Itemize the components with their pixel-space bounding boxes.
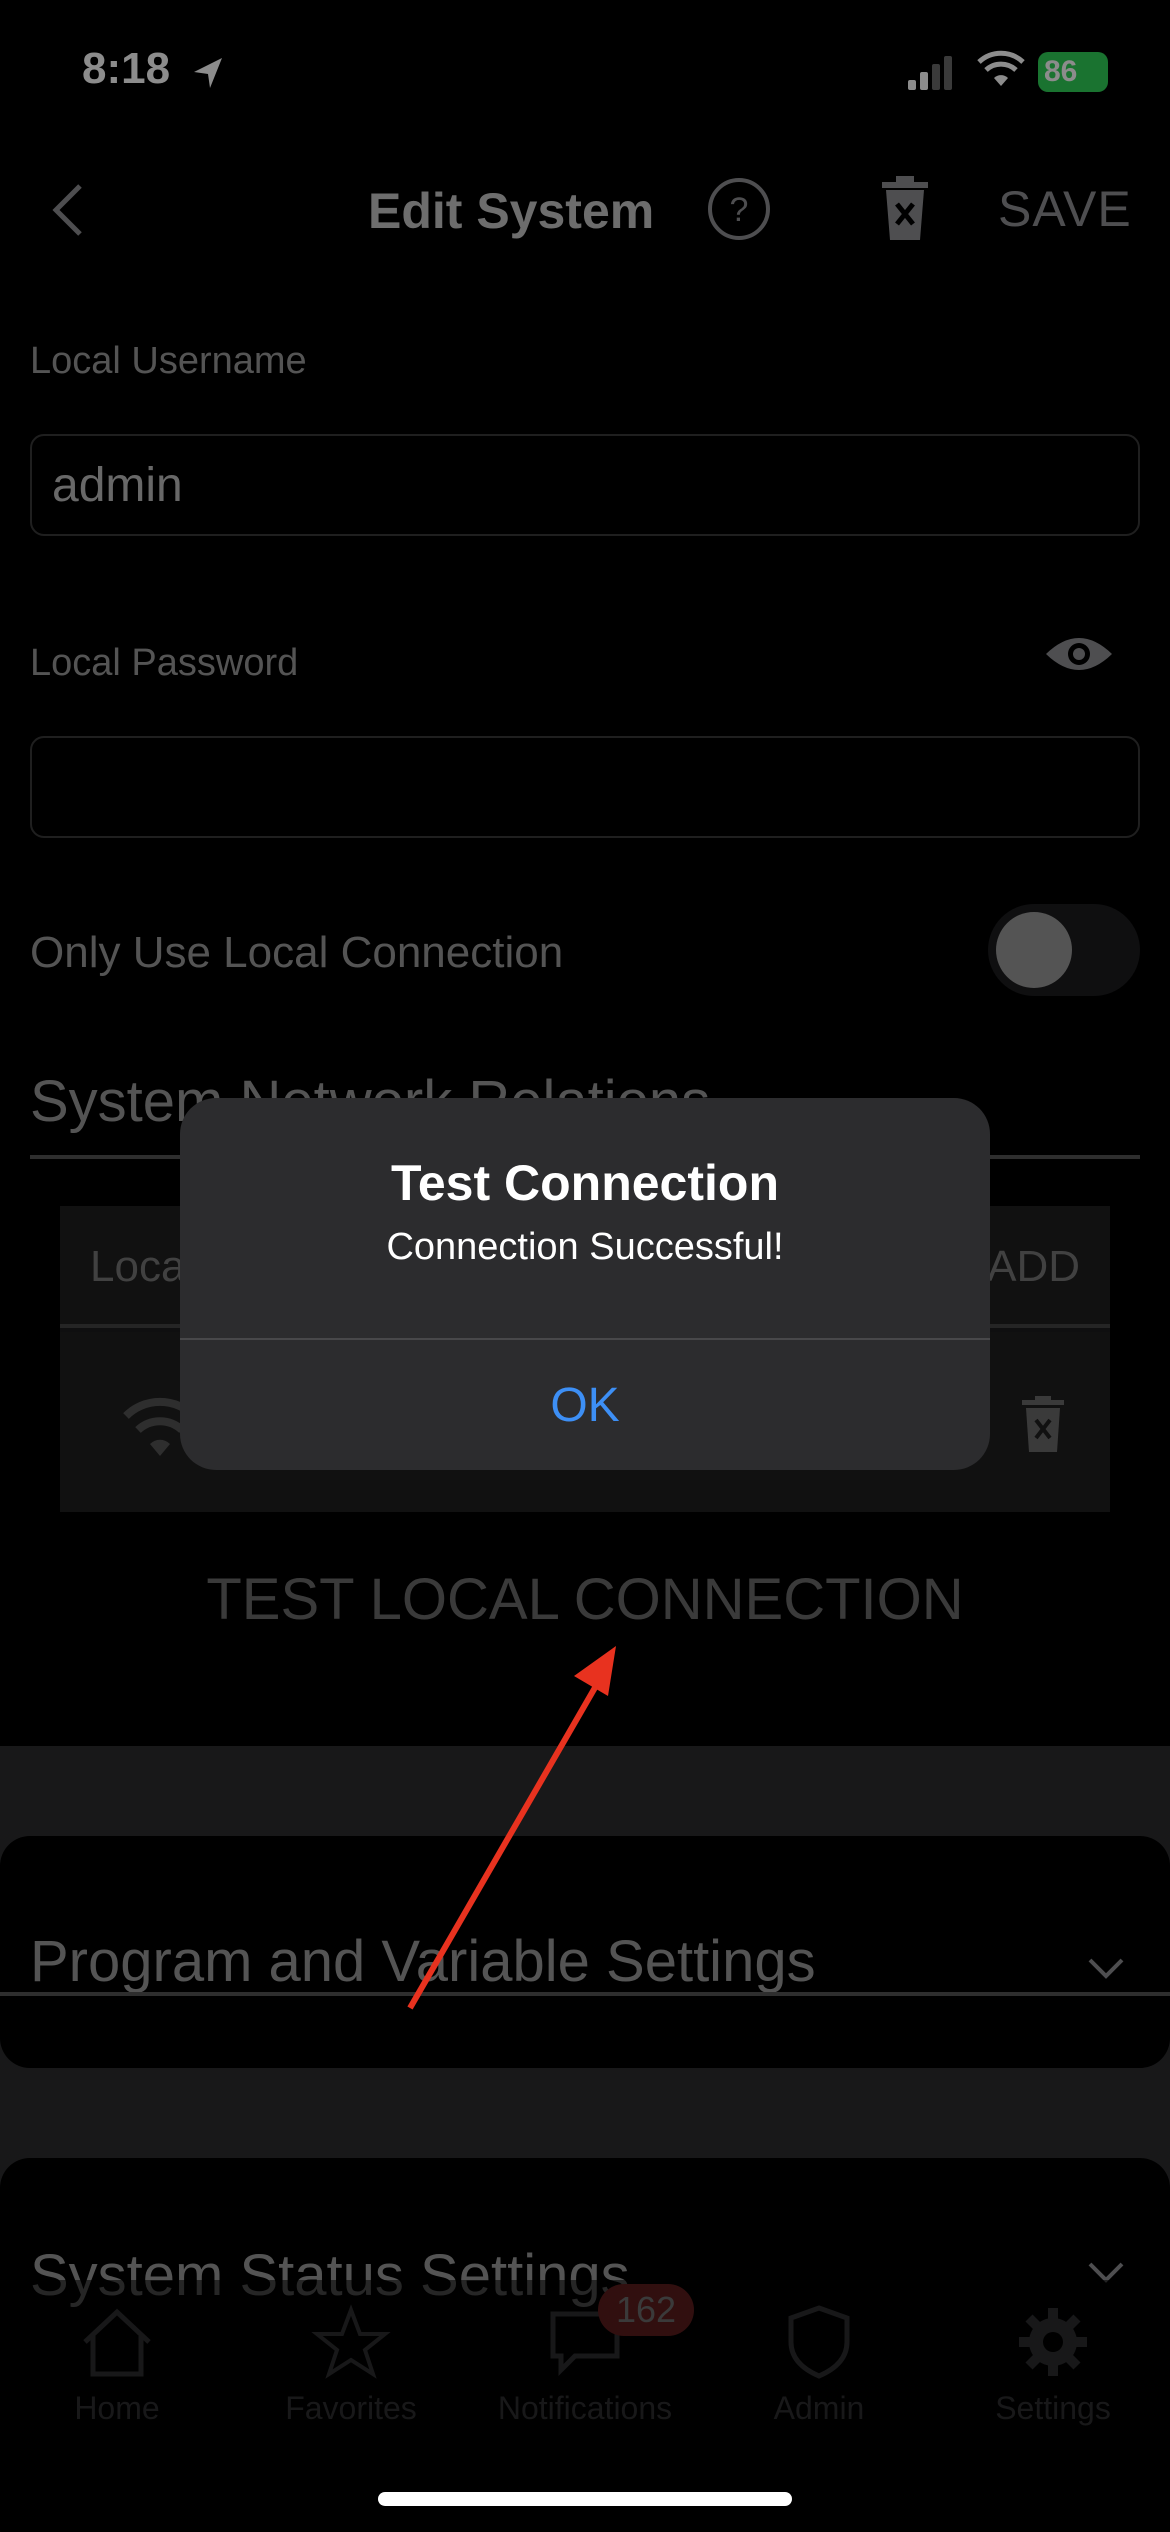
alert-ok-button[interactable]: OK [180, 1340, 990, 1470]
alert-message: Connection Successful! [386, 1226, 784, 1268]
test-connection-alert: Test Connection Connection Successful! O… [180, 1098, 990, 1470]
home-indicator [378, 2492, 792, 2506]
screen: 8:18 86 Edit System ? SAVE Local Usernam… [0, 0, 1170, 2532]
alert-title: Test Connection [391, 1155, 779, 1211]
